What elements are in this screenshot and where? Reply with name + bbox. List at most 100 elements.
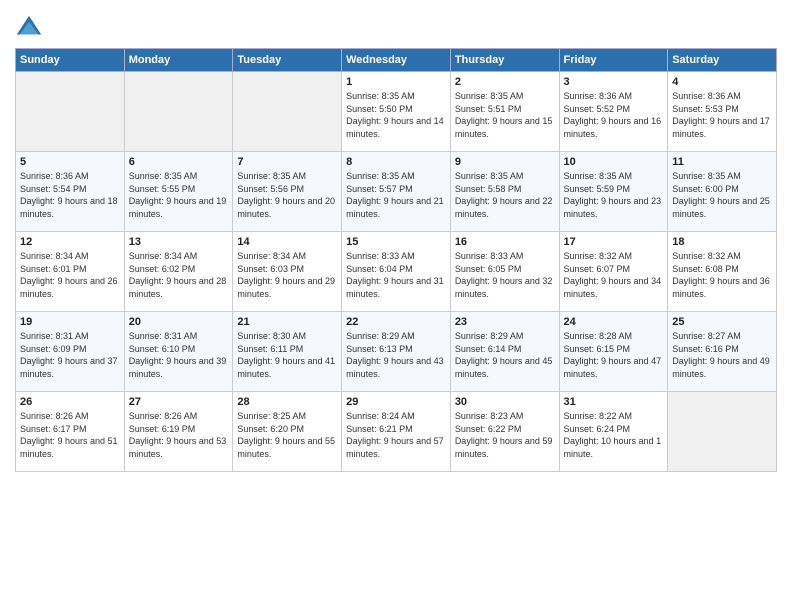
- day-info: Sunrise: 8:36 AMSunset: 5:54 PMDaylight:…: [20, 170, 120, 220]
- day-info: Sunrise: 8:29 AMSunset: 6:13 PMDaylight:…: [346, 330, 446, 380]
- day-cell: 11 Sunrise: 8:35 AMSunset: 6:00 PMDayligh…: [668, 152, 777, 232]
- day-number: 21: [237, 316, 337, 328]
- day-cell: [16, 72, 125, 152]
- day-number: 12: [20, 236, 120, 248]
- day-cell: 30 Sunrise: 8:23 AMSunset: 6:22 PMDayligh…: [450, 392, 559, 472]
- day-cell: 23 Sunrise: 8:29 AMSunset: 6:14 PMDayligh…: [450, 312, 559, 392]
- day-cell: 31 Sunrise: 8:22 AMSunset: 6:24 PMDayligh…: [559, 392, 668, 472]
- day-info: Sunrise: 8:36 AMSunset: 5:53 PMDaylight:…: [672, 90, 772, 140]
- weekday-header-friday: Friday: [559, 49, 668, 72]
- day-cell: 28 Sunrise: 8:25 AMSunset: 6:20 PMDayligh…: [233, 392, 342, 472]
- day-number: 15: [346, 236, 446, 248]
- day-info: Sunrise: 8:32 AMSunset: 6:07 PMDaylight:…: [564, 250, 664, 300]
- day-cell: 7 Sunrise: 8:35 AMSunset: 5:56 PMDaylight…: [233, 152, 342, 232]
- weekday-header-sunday: Sunday: [16, 49, 125, 72]
- day-info: Sunrise: 8:34 AMSunset: 6:03 PMDaylight:…: [237, 250, 337, 300]
- weekday-header-wednesday: Wednesday: [342, 49, 451, 72]
- day-info: Sunrise: 8:31 AMSunset: 6:10 PMDaylight:…: [129, 330, 229, 380]
- day-info: Sunrise: 8:33 AMSunset: 6:04 PMDaylight:…: [346, 250, 446, 300]
- day-number: 29: [346, 396, 446, 408]
- day-info: Sunrise: 8:33 AMSunset: 6:05 PMDaylight:…: [455, 250, 555, 300]
- day-number: 3: [564, 76, 664, 88]
- day-info: Sunrise: 8:25 AMSunset: 6:20 PMDaylight:…: [237, 410, 337, 460]
- week-row-4: 19 Sunrise: 8:31 AMSunset: 6:09 PMDayligh…: [16, 312, 777, 392]
- day-info: Sunrise: 8:28 AMSunset: 6:15 PMDaylight:…: [564, 330, 664, 380]
- week-row-1: 1 Sunrise: 8:35 AMSunset: 5:50 PMDaylight…: [16, 72, 777, 152]
- day-number: 23: [455, 316, 555, 328]
- day-info: Sunrise: 8:35 AMSunset: 5:55 PMDaylight:…: [129, 170, 229, 220]
- day-number: 6: [129, 156, 229, 168]
- day-cell: 12 Sunrise: 8:34 AMSunset: 6:01 PMDayligh…: [16, 232, 125, 312]
- day-number: 31: [564, 396, 664, 408]
- day-info: Sunrise: 8:29 AMSunset: 6:14 PMDaylight:…: [455, 330, 555, 380]
- day-number: 1: [346, 76, 446, 88]
- day-cell: 4 Sunrise: 8:36 AMSunset: 5:53 PMDaylight…: [668, 72, 777, 152]
- day-cell: 17 Sunrise: 8:32 AMSunset: 6:07 PMDayligh…: [559, 232, 668, 312]
- day-cell: 13 Sunrise: 8:34 AMSunset: 6:02 PMDayligh…: [124, 232, 233, 312]
- week-row-5: 26 Sunrise: 8:26 AMSunset: 6:17 PMDayligh…: [16, 392, 777, 472]
- day-info: Sunrise: 8:34 AMSunset: 6:01 PMDaylight:…: [20, 250, 120, 300]
- day-info: Sunrise: 8:30 AMSunset: 6:11 PMDaylight:…: [237, 330, 337, 380]
- day-cell: 14Sunrise: 8:34 AMSunset: 6:03 PMDayligh…: [233, 232, 342, 312]
- day-number: 2: [455, 76, 555, 88]
- day-cell: 8 Sunrise: 8:35 AMSunset: 5:57 PMDaylight…: [342, 152, 451, 232]
- day-number: 17: [564, 236, 664, 248]
- day-number: 5: [20, 156, 120, 168]
- day-cell: 26 Sunrise: 8:26 AMSunset: 6:17 PMDayligh…: [16, 392, 125, 472]
- day-cell: 18 Sunrise: 8:32 AMSunset: 6:08 PMDayligh…: [668, 232, 777, 312]
- day-info: Sunrise: 8:24 AMSunset: 6:21 PMDaylight:…: [346, 410, 446, 460]
- day-info: Sunrise: 8:26 AMSunset: 6:17 PMDaylight:…: [20, 410, 120, 460]
- weekday-header-thursday: Thursday: [450, 49, 559, 72]
- day-number: 30: [455, 396, 555, 408]
- day-number: 7: [237, 156, 337, 168]
- day-cell: 20 Sunrise: 8:31 AMSunset: 6:10 PMDayligh…: [124, 312, 233, 392]
- day-info: Sunrise: 8:26 AMSunset: 6:19 PMDaylight:…: [129, 410, 229, 460]
- day-cell: 16 Sunrise: 8:33 AMSunset: 6:05 PMDayligh…: [450, 232, 559, 312]
- day-cell: 10 Sunrise: 8:35 AMSunset: 5:59 PMDayligh…: [559, 152, 668, 232]
- day-info: Sunrise: 8:34 AMSunset: 6:02 PMDaylight:…: [129, 250, 229, 300]
- weekday-header-saturday: Saturday: [668, 49, 777, 72]
- day-info: Sunrise: 8:35 AMSunset: 5:57 PMDaylight:…: [346, 170, 446, 220]
- day-number: 16: [455, 236, 555, 248]
- weekday-header-row: SundayMondayTuesdayWednesdayThursdayFrid…: [16, 49, 777, 72]
- logo: [15, 14, 45, 42]
- header: [15, 10, 777, 42]
- day-number: 26: [20, 396, 120, 408]
- day-info: Sunrise: 8:23 AMSunset: 6:22 PMDaylight:…: [455, 410, 555, 460]
- day-number: 4: [672, 76, 772, 88]
- day-cell: 19 Sunrise: 8:31 AMSunset: 6:09 PMDayligh…: [16, 312, 125, 392]
- day-number: 28: [237, 396, 337, 408]
- day-info: Sunrise: 8:35 AMSunset: 5:59 PMDaylight:…: [564, 170, 664, 220]
- day-number: 27: [129, 396, 229, 408]
- day-cell: 27 Sunrise: 8:26 AMSunset: 6:19 PMDayligh…: [124, 392, 233, 472]
- day-info: Sunrise: 8:36 AMSunset: 5:52 PMDaylight:…: [564, 90, 664, 140]
- day-number: 25: [672, 316, 772, 328]
- weekday-header-monday: Monday: [124, 49, 233, 72]
- day-info: Sunrise: 8:35 AMSunset: 6:00 PMDaylight:…: [672, 170, 772, 220]
- day-info: Sunrise: 8:22 AMSunset: 6:24 PMDaylight:…: [564, 410, 664, 460]
- day-number: 20: [129, 316, 229, 328]
- calendar-table: SundayMondayTuesdayWednesdayThursdayFrid…: [15, 48, 777, 472]
- day-info: Sunrise: 8:31 AMSunset: 6:09 PMDaylight:…: [20, 330, 120, 380]
- day-number: 19: [20, 316, 120, 328]
- day-number: 24: [564, 316, 664, 328]
- day-cell: 9Sunrise: 8:35 AMSunset: 5:58 PMDaylight…: [450, 152, 559, 232]
- day-number: 13: [129, 236, 229, 248]
- day-cell: 21 Sunrise: 8:30 AMSunset: 6:11 PMDayligh…: [233, 312, 342, 392]
- week-row-3: 12 Sunrise: 8:34 AMSunset: 6:01 PMDayligh…: [16, 232, 777, 312]
- calendar-page: SundayMondayTuesdayWednesdayThursdayFrid…: [0, 0, 792, 612]
- day-cell: 29 Sunrise: 8:24 AMSunset: 6:21 PMDayligh…: [342, 392, 451, 472]
- day-info: Sunrise: 8:32 AMSunset: 6:08 PMDaylight:…: [672, 250, 772, 300]
- day-info: Sunrise: 8:35 AMSunset: 5:50 PMDaylight:…: [346, 90, 446, 140]
- day-cell: [668, 392, 777, 472]
- day-cell: [233, 72, 342, 152]
- week-row-2: 5 Sunrise: 8:36 AMSunset: 5:54 PMDaylight…: [16, 152, 777, 232]
- day-cell: 3 Sunrise: 8:36 AMSunset: 5:52 PMDaylight…: [559, 72, 668, 152]
- day-number: 8: [346, 156, 446, 168]
- day-number: 18: [672, 236, 772, 248]
- day-cell: 24 Sunrise: 8:28 AMSunset: 6:15 PMDayligh…: [559, 312, 668, 392]
- day-info: Sunrise: 8:27 AMSunset: 6:16 PMDaylight:…: [672, 330, 772, 380]
- day-info: Sunrise: 8:35 AMSunset: 5:56 PMDaylight:…: [237, 170, 337, 220]
- day-number: 11: [672, 156, 772, 168]
- day-number: 10: [564, 156, 664, 168]
